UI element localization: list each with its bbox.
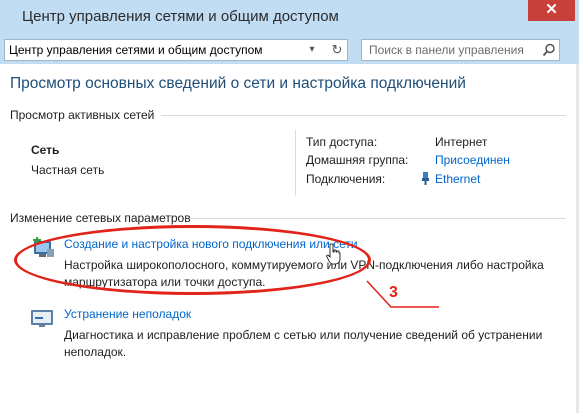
section-divider: [190, 218, 566, 219]
address-bar: Центр управления сетями и общим доступом…: [0, 34, 579, 64]
network-name: Сеть: [31, 143, 60, 157]
connections-label: Подключения:: [306, 172, 386, 186]
troubleshoot-link[interactable]: Устранение неполадок: [64, 307, 191, 321]
homegroup-link[interactable]: Присоединен: [435, 153, 510, 167]
highlight-oval: [14, 225, 371, 295]
ethernet-link[interactable]: Ethernet: [435, 172, 480, 186]
refresh-icon[interactable]: ↻: [330, 42, 344, 58]
chevron-down-icon[interactable]: ▾: [305, 42, 319, 58]
section-divider: [161, 115, 566, 116]
search-input[interactable]: Поиск в панели управления: [361, 39, 560, 61]
page-title: Просмотр основных сведений о сети и наст…: [10, 75, 466, 92]
hand-cursor-icon: [326, 243, 341, 265]
address-field[interactable]: Центр управления сетями и общим доступом…: [4, 39, 348, 61]
active-networks-header: Просмотр активных сетей: [10, 108, 155, 122]
troubleshoot-desc-2: неполадок.: [64, 345, 127, 359]
network-type-link[interactable]: Частная сеть: [31, 163, 104, 177]
main-content: Просмотр основных сведений о сети и наст…: [0, 64, 579, 413]
search-icon[interactable]: [542, 43, 556, 57]
window-title: Центр управления сетями и общим доступом: [22, 8, 339, 25]
address-path: Центр управления сетями и общим доступом: [9, 43, 263, 57]
ethernet-icon: [422, 172, 429, 185]
vertical-divider: [295, 130, 296, 196]
access-type-label: Тип доступа:: [306, 135, 378, 149]
access-type-value: Интернет: [435, 135, 488, 149]
search-placeholder: Поиск в панели управления: [369, 43, 524, 57]
title-bar: Центр управления сетями и общим доступом…: [0, 0, 579, 34]
close-button[interactable]: ✕: [528, 0, 575, 21]
troubleshoot-icon: [31, 310, 53, 327]
annotation-pointer: [366, 280, 439, 308]
change-settings-header: Изменение сетевых параметров: [10, 211, 191, 225]
troubleshoot-desc-1: Диагностика и исправление проблем с сеть…: [64, 328, 543, 342]
annotation-number: 3: [389, 284, 398, 301]
homegroup-label: Домашняя группа:: [306, 153, 409, 167]
